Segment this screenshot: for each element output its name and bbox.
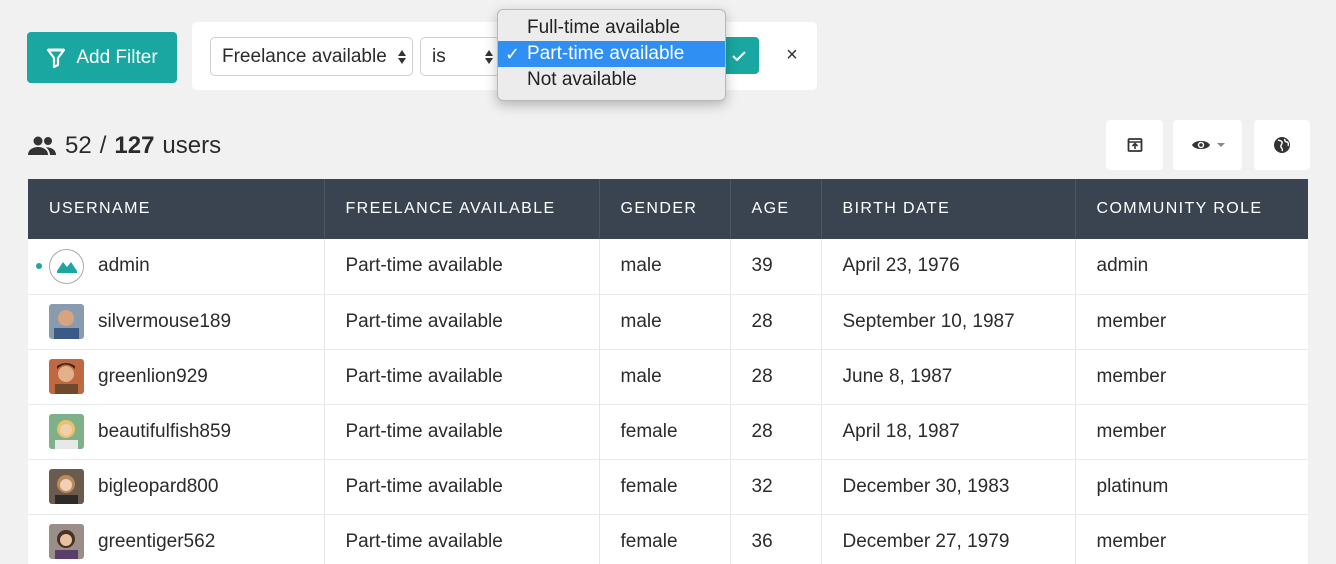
avatar [49,248,84,284]
select-arrows-icon [485,49,493,64]
age-cell: 28 [730,294,822,350]
table-row[interactable]: beautifulfish859 Part-time available fem… [28,404,1308,460]
username[interactable]: bigleopard800 [98,476,218,498]
username[interactable]: greentiger562 [98,531,215,553]
avatar [49,414,84,449]
role-cell: member [1075,404,1308,460]
username-cell[interactable]: greenlion929 [49,359,324,394]
username[interactable]: admin [98,255,150,277]
username-cell[interactable]: silvermouse189 [49,304,324,339]
dropdown-option-part-time[interactable]: ✓ Part-time available [498,41,725,67]
users-count: 52 / 127 users [27,131,221,161]
filter-value-dropdown: Full-time available ✓ Part-time availabl… [497,9,726,101]
avatar [49,304,84,339]
option-label: Full-time available [527,17,681,38]
total-count: 127 [114,132,155,159]
freelance-cell: Part-time available [324,294,600,350]
gender-cell: male [599,349,731,405]
username-cell[interactable]: admin [36,248,324,284]
filter-operator-value: is [432,45,446,67]
gender-cell: female [599,514,731,564]
age-cell: 39 [730,239,822,295]
avatar [49,469,84,504]
filter-operator-select[interactable]: is [420,37,500,76]
gender-cell: male [599,294,731,350]
role-cell: member [1075,514,1308,564]
logo-icon [56,262,77,274]
table-row[interactable]: admin Part-time available male 39 April … [28,239,1308,295]
funnel-icon [47,48,66,68]
checkmark-icon [731,50,746,61]
gender-cell: male [599,239,731,295]
remove-filter-button[interactable]: × [781,44,803,66]
shown-count: 52 [65,132,92,159]
table-row[interactable]: bigleopard800 Part-time available female… [28,459,1308,515]
table-row[interactable]: greentiger562 Part-time available female… [28,514,1308,564]
add-filter-label: Add Filter [76,46,158,68]
column-header-username[interactable]: USERNAME [28,179,325,239]
filter-field-value: Freelance available [222,45,387,67]
freelance-cell: Part-time available [324,349,600,405]
birth-date-cell: April 18, 1987 [821,404,1076,460]
option-label: Part-time available [527,43,685,64]
count-separator: / [99,132,107,159]
username[interactable]: greenlion929 [98,366,208,388]
username[interactable]: beautifulfish859 [98,421,231,443]
select-arrows-icon [398,49,406,64]
view-options-button[interactable] [1173,120,1242,170]
export-icon [1127,138,1142,152]
freelance-cell: Part-time available [324,404,600,460]
filter-field-select[interactable]: Freelance available [210,37,413,76]
birth-date-cell: April 23, 1976 [821,239,1076,295]
globe-icon [1274,137,1290,153]
username[interactable]: silvermouse189 [98,311,231,333]
column-header-role[interactable]: COMMUNITY ROLE [1075,179,1308,239]
role-cell: member [1075,349,1308,405]
username-cell[interactable]: beautifulfish859 [49,414,324,449]
freelance-cell: Part-time available [324,239,600,295]
age-cell: 36 [730,514,822,564]
checkmark-icon: ✓ [505,43,521,64]
add-filter-button[interactable]: Add Filter [27,32,177,83]
count-unit: users [162,132,222,159]
gender-cell: female [599,404,731,460]
column-header-freelance[interactable]: FREELANCE AVAILABLE [324,179,600,239]
age-cell: 28 [730,349,822,405]
export-button[interactable] [1106,120,1163,170]
globe-button[interactable] [1254,120,1310,170]
birth-date-cell: September 10, 1987 [821,294,1076,350]
users-table: USERNAME FREELANCE AVAILABLE GENDER AGE … [28,179,1308,564]
table-row[interactable]: silvermouse189 Part-time available male … [28,294,1308,350]
username-cell[interactable]: bigleopard800 [49,469,324,504]
role-cell: admin [1075,239,1308,295]
eye-icon [1191,140,1210,150]
username-cell[interactable]: greentiger562 [49,524,324,559]
gender-cell: female [599,459,731,515]
avatar [49,359,84,394]
table-row[interactable]: greenlion929 Part-time available male 28… [28,349,1308,405]
role-cell: platinum [1075,459,1308,515]
dropdown-option-not-available[interactable]: Not available [498,67,725,93]
avatar [49,524,84,559]
table-header-row: USERNAME FREELANCE AVAILABLE GENDER AGE … [28,179,1308,239]
column-header-birth-date[interactable]: BIRTH DATE [821,179,1076,239]
option-label: Not available [527,69,637,90]
role-cell: member [1075,294,1308,350]
users-icon [28,136,56,155]
birth-date-cell: December 30, 1983 [821,459,1076,515]
online-indicator [36,263,42,270]
column-header-age[interactable]: AGE [730,179,822,239]
freelance-cell: Part-time available [324,459,600,515]
chevron-down-icon [1216,143,1225,147]
freelance-cell: Part-time available [324,514,600,564]
age-cell: 32 [730,459,822,515]
age-cell: 28 [730,404,822,460]
dropdown-option-full-time[interactable]: Full-time available [498,15,725,41]
column-header-gender[interactable]: GENDER [599,179,731,239]
birth-date-cell: December 27, 1979 [821,514,1076,564]
close-icon: × [786,43,798,66]
birth-date-cell: June 8, 1987 [821,349,1076,405]
